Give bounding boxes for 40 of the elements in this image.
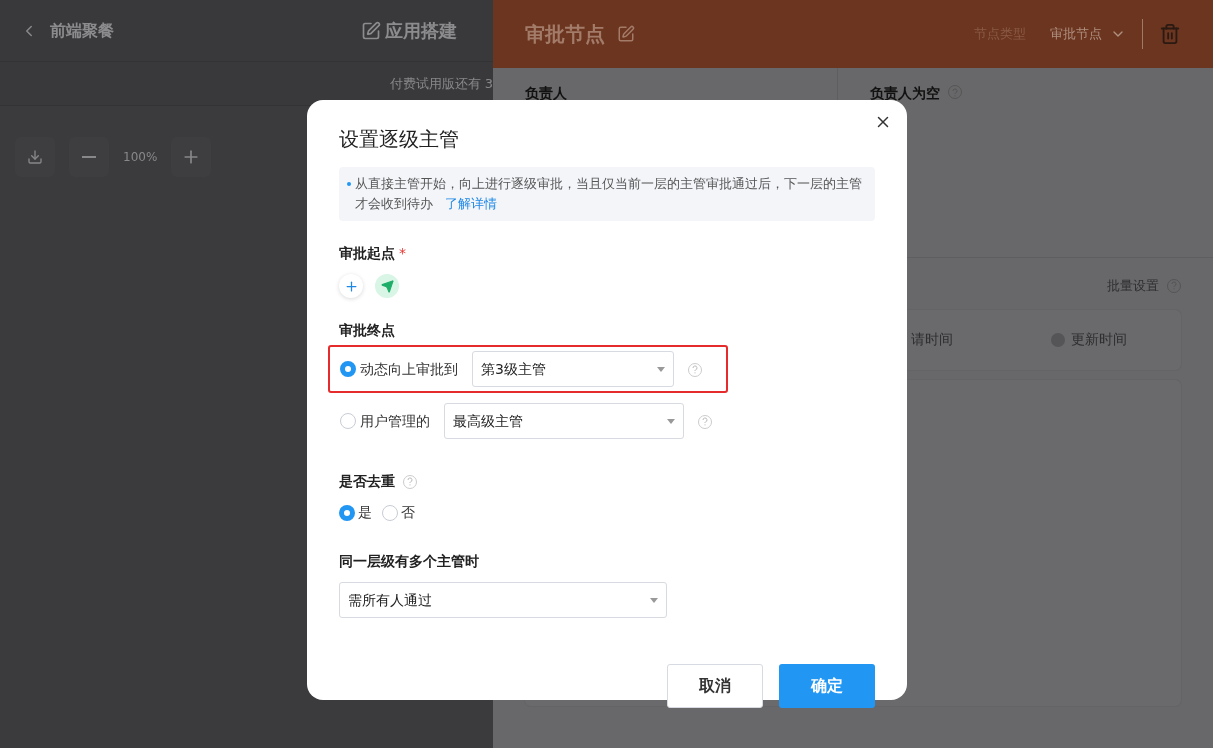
dialog-title: 设置逐级主管 — [339, 126, 460, 153]
end-label: 审批终点 — [339, 321, 396, 340]
trial-notice: 付费试用版还有 3 — [389, 74, 493, 93]
select-field[interactable]: 第3级主管 — [472, 351, 674, 387]
radio-button[interactable] — [382, 504, 398, 521]
column-header: 请时间 — [911, 330, 953, 349]
zoom-level: 100% — [123, 149, 158, 166]
radio-button[interactable] — [339, 504, 355, 521]
radio-label: 动态向上审批到 — [360, 359, 458, 379]
plus-icon — [343, 278, 359, 294]
radio-button[interactable] — [340, 413, 356, 429]
required-mark: * — [399, 244, 406, 263]
dropdown-caret-icon — [657, 366, 665, 372]
radio-label: 是 — [358, 503, 372, 522]
add-button[interactable] — [339, 274, 363, 298]
dedupe-label: 是否去重 — [339, 472, 395, 491]
edit-icon — [361, 20, 381, 41]
minus-icon — [82, 156, 96, 158]
start-label: 审批起点 — [339, 244, 395, 263]
dropdown-caret-icon — [667, 418, 675, 424]
radio-label: 否 — [401, 503, 415, 522]
dropdown-caret-icon — [650, 597, 658, 603]
column-header: 更新时间 — [1071, 330, 1127, 349]
learn-more-link[interactable]: 了解详情 — [445, 196, 497, 211]
radio-button[interactable] — [340, 361, 356, 377]
cancel-button[interactable]: 取消 — [667, 664, 763, 708]
select-field[interactable]: 需所有人通过 — [339, 582, 667, 618]
download-icon — [27, 149, 43, 165]
app-title: 前端聚餐 — [50, 19, 114, 42]
empty-owner-label: 负责人为空 — [870, 85, 940, 101]
bullet-icon — [347, 182, 351, 186]
node-title: 审批节点 — [525, 21, 605, 48]
multi-manager-label: 同一层级有多个主管时 — [339, 552, 480, 571]
info-text: 从直接主管开始，向上进行逐级审批，当且仅当前一层的主管审批通过后，下一层的主管才会收到待办 了解详情 — [355, 175, 863, 213]
delete-icon[interactable] — [1159, 23, 1181, 45]
select-field[interactable]: 最高级主管 — [444, 403, 684, 439]
owner-label: 负责人 — [525, 85, 567, 101]
paper-plane-icon — [375, 274, 399, 298]
radio-label: 用户管理的 — [360, 411, 430, 431]
edit-icon[interactable] — [617, 25, 635, 43]
